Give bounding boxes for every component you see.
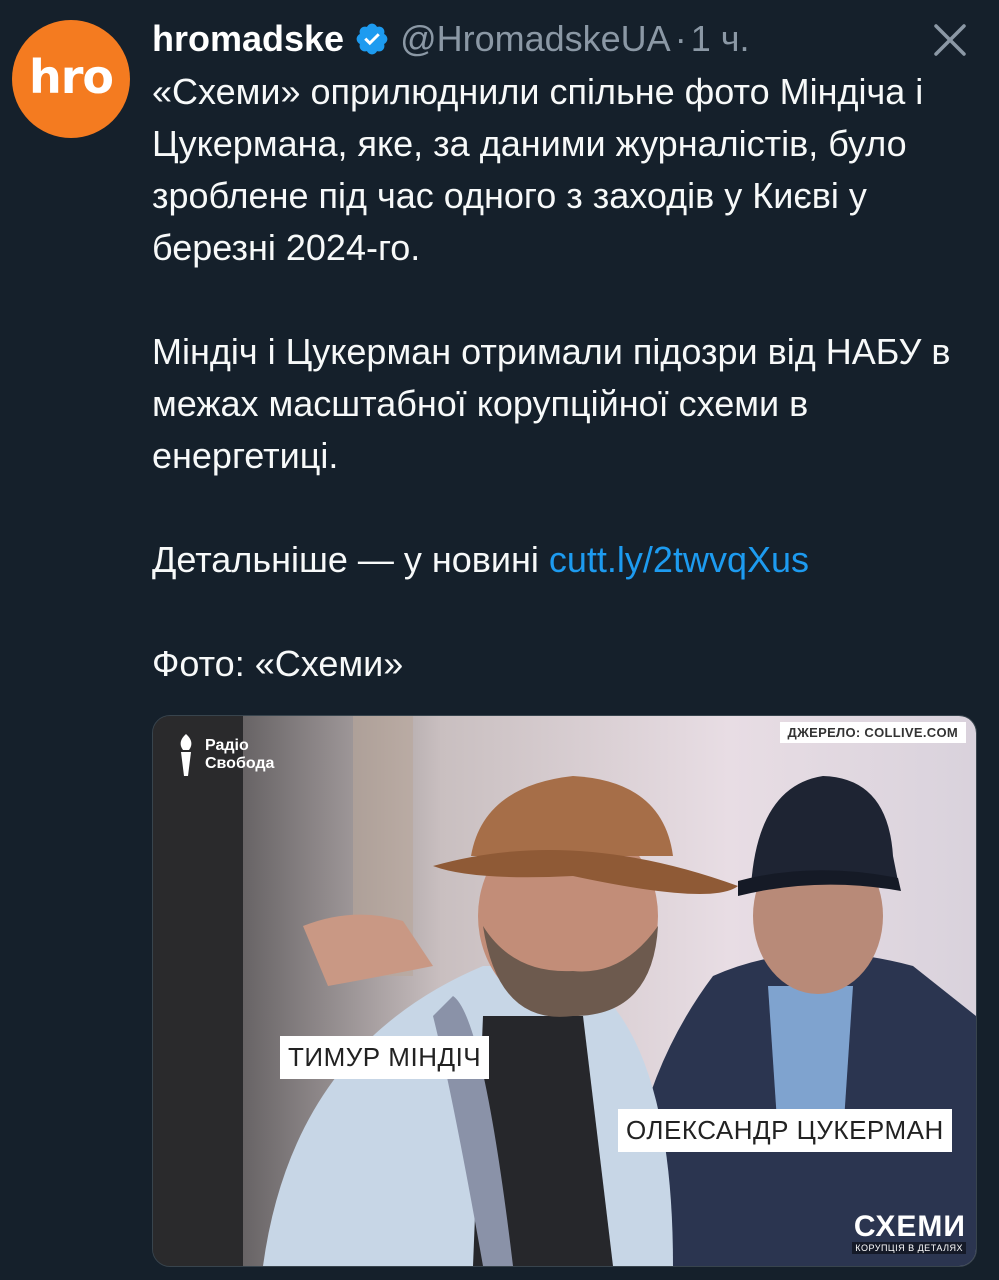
- tweet[interactable]: hro hromadske @HromadskeUA · 1 ч. «Схеми…: [0, 0, 999, 1280]
- name-caption-left: ТИМУР МІНДІЧ: [280, 1036, 490, 1079]
- tweet-body: «Схеми» оприлюднили спільне фото Міндіча…: [152, 66, 982, 690]
- tweet-paragraph-3-text: Детальніше — у новині: [152, 539, 549, 580]
- schemes-subtitle: КОРУПЦІЯ В ДЕТАЛЯХ: [852, 1242, 966, 1254]
- verified-badge-icon: [356, 23, 388, 55]
- user-handle[interactable]: @HromadskeUA: [400, 18, 671, 60]
- header-separator: ·: [674, 18, 687, 59]
- name-caption-right: ОЛЕКСАНДР ЦУКЕРМАН: [618, 1109, 952, 1152]
- radio-svoboda-logo: Радіо Свобода: [171, 732, 295, 778]
- torch-icon: [180, 734, 192, 776]
- tweet-photo[interactable]: ДЖЕРЕЛО: COLLIVE.COM Радіо Свобода ТИМУР…: [152, 715, 977, 1267]
- news-link[interactable]: cutt.ly/2twvqXus: [549, 539, 809, 580]
- avatar[interactable]: hro: [12, 20, 130, 138]
- radio-svoboda-text: Радіо Свобода: [205, 737, 275, 772]
- photo-image: [153, 716, 976, 1266]
- timestamp[interactable]: 1 ч.: [691, 18, 750, 60]
- display-name[interactable]: hromadske: [152, 18, 344, 60]
- close-icon[interactable]: [930, 20, 970, 60]
- tweet-paragraph-1: «Схеми» оприлюднили спільне фото Міндіча…: [152, 71, 924, 268]
- tweet-paragraph-2: Міндіч і Цукерман отримали підозри від Н…: [152, 331, 951, 476]
- schemes-title: СХЕМИ: [853, 1210, 966, 1243]
- tweet-paragraph-4: Фото: «Схеми»: [152, 643, 404, 684]
- tweet-header: hromadske @HromadskeUA · 1 ч.: [152, 14, 749, 64]
- avatar-logo-text: hro: [28, 50, 114, 104]
- photo-source-label: ДЖЕРЕЛО: COLLIVE.COM: [779, 722, 966, 743]
- schemes-logo: СХЕМИ КОРУПЦІЯ В ДЕТАЛЯХ: [852, 1212, 966, 1254]
- tweet-paragraph-3: Детальніше — у новині cutt.ly/2twvqXus: [152, 534, 982, 586]
